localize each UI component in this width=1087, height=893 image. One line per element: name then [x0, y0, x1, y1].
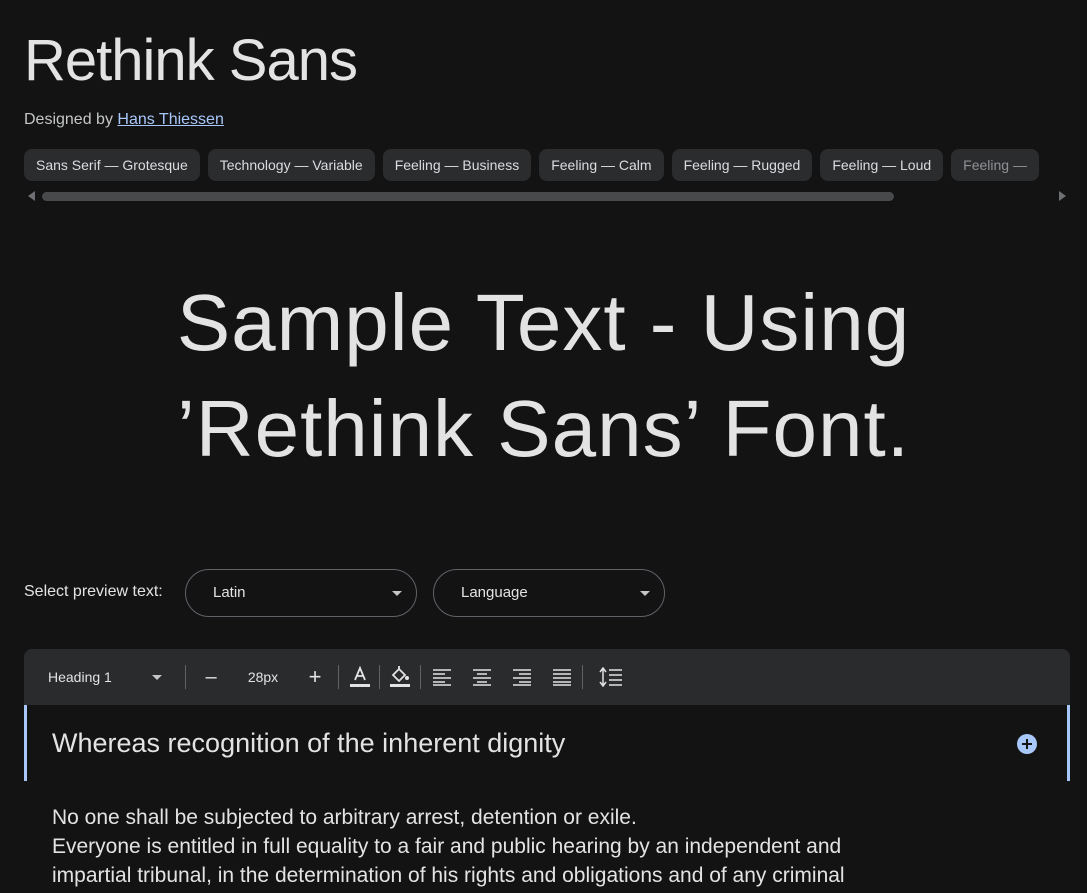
- scroll-right-arrow-icon[interactable]: [1059, 191, 1066, 201]
- line-height-icon: [599, 667, 622, 687]
- paragraph-style-select[interactable]: Heading 1: [48, 649, 164, 705]
- script-select[interactable]: Latin: [185, 569, 417, 617]
- toolbar-divider: [338, 665, 339, 689]
- editor-paragraph[interactable]: No one shall be subjected to arbitrary a…: [52, 803, 1052, 890]
- tag-chip[interactable]: Feeling — Business: [382, 149, 532, 181]
- tag-chip[interactable]: Feeling — Calm: [539, 149, 664, 181]
- minus-icon: –: [205, 665, 217, 688]
- sample-text-line: ’Rethink Sans’ Font.: [177, 384, 910, 473]
- preview-text-label: Select preview text:: [24, 583, 163, 600]
- align-right-button[interactable]: [508, 649, 536, 705]
- designer-link[interactable]: Hans Thiessen: [117, 111, 223, 128]
- tag-chip[interactable]: Technology — Variable: [207, 149, 375, 181]
- highlight-color-icon: [390, 666, 410, 687]
- tag-chip[interactable]: Feeling — Rugged: [671, 149, 813, 181]
- font-size-value: 28px: [247, 669, 279, 685]
- toolbar-divider: [582, 665, 583, 689]
- align-justify-icon: [553, 669, 571, 686]
- language-select-value: Language: [461, 584, 528, 601]
- tag-list: Sans Serif — Grotesque Technology — Varia…: [24, 149, 1087, 182]
- align-center-icon: [473, 669, 491, 686]
- align-left-button[interactable]: [428, 649, 456, 705]
- font-size-field[interactable]: 28px: [236, 649, 290, 705]
- toolbar-divider: [379, 665, 380, 689]
- scrollbar-thumb[interactable]: [42, 192, 894, 201]
- paragraph-style-value: Heading 1: [48, 669, 112, 685]
- sample-text-line: Sample Text - Using: [176, 278, 911, 367]
- increase-font-size-button[interactable]: +: [300, 649, 330, 705]
- line-height-button[interactable]: [596, 649, 626, 705]
- tag-chip[interactable]: Feeling —: [951, 149, 1039, 181]
- designer-line: Designed by Hans Thiessen: [24, 110, 224, 130]
- paragraph-line: Everyone is entitled in full equality to…: [52, 835, 842, 858]
- chevron-down-icon: [152, 675, 162, 680]
- plus-icon: +: [308, 664, 322, 689]
- toolbar-divider: [420, 665, 421, 689]
- editor-toolbar: Heading 1 – 28px +: [24, 649, 1070, 705]
- add-block-icon[interactable]: [1017, 734, 1037, 754]
- editor-heading-block[interactable]: Whereas recognition of the inherent dign…: [24, 705, 1070, 781]
- align-right-icon: [513, 669, 531, 686]
- language-select[interactable]: Language: [433, 569, 665, 617]
- toolbar-divider: [185, 665, 186, 689]
- font-title: Rethink Sans: [24, 28, 358, 93]
- align-center-button[interactable]: [468, 649, 496, 705]
- tag-scrollbar[interactable]: [42, 192, 1056, 201]
- sample-text-display: Sample Text - Using ’Rethink Sans’ Font.: [0, 270, 1087, 482]
- align-left-icon: [433, 669, 451, 686]
- text-color-icon: [350, 665, 370, 687]
- paragraph-line: No one shall be subjected to arbitrary a…: [52, 806, 637, 829]
- tag-chip[interactable]: Feeling — Loud: [820, 149, 944, 181]
- editor-heading-text[interactable]: Whereas recognition of the inherent dign…: [52, 725, 565, 761]
- font-specimen-page: Rethink Sans Designed by Hans Thiessen S…: [0, 0, 1087, 893]
- decrease-font-size-button[interactable]: –: [196, 649, 226, 705]
- tag-chip[interactable]: Sans Serif — Grotesque: [24, 149, 200, 181]
- text-color-button[interactable]: [346, 649, 374, 705]
- highlight-color-button[interactable]: [386, 649, 414, 705]
- chevron-down-icon: [640, 591, 650, 596]
- chevron-down-icon: [392, 591, 402, 596]
- align-justify-button[interactable]: [548, 649, 576, 705]
- tag-list-fade: [1047, 149, 1087, 182]
- script-select-value: Latin: [213, 584, 246, 601]
- designed-by-label: Designed by: [24, 111, 113, 128]
- paragraph-line: impartial tribunal, in the determination…: [52, 864, 845, 887]
- scroll-left-arrow-icon[interactable]: [28, 191, 35, 201]
